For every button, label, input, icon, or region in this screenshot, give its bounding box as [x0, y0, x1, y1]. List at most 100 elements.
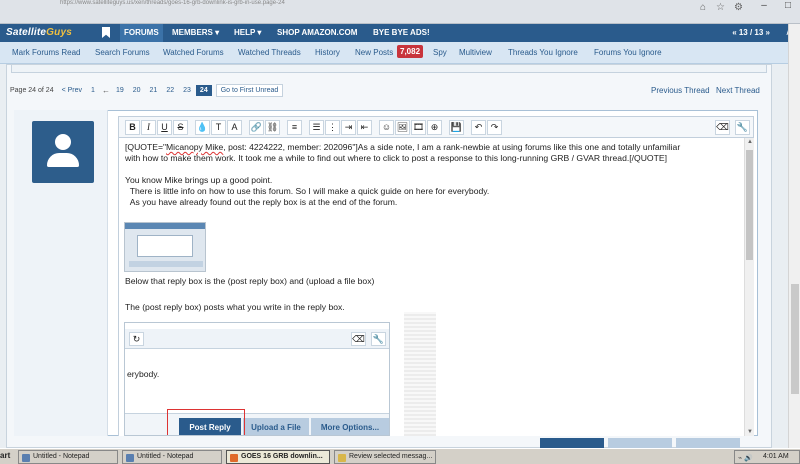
paragraph-1: You know Mike brings up a good point. [125, 175, 273, 185]
embedded-wrench-icon: 🔧 [371, 332, 386, 346]
outdent-icon[interactable]: ⇤ [357, 120, 372, 135]
numbered-list-icon[interactable]: ⋮ [325, 120, 340, 135]
underline-button[interactable]: U [157, 120, 172, 135]
image-icon[interactable]: 🖼 [395, 120, 410, 135]
clock[interactable]: 4:01 AM [763, 453, 789, 460]
embedded-screenshot: ↻ ⌫ 🔧 erybody. Post Reply Upload a File … [124, 322, 390, 436]
insert-icon[interactable]: ⊕ [427, 120, 442, 135]
page-navigator[interactable]: « 13 / 13 » [732, 28, 770, 37]
taskbar-review-messages[interactable]: Review selected messag... [334, 450, 436, 464]
more-options-button[interactable] [676, 438, 740, 448]
subnav-search-forums[interactable]: Search Forums [95, 48, 150, 57]
subnav-watched-threads[interactable]: Watched Threads [238, 48, 301, 57]
subnav-mark-forums-read[interactable]: Mark Forums Read [12, 48, 80, 57]
bold-button[interactable]: B [125, 120, 140, 135]
page-link-21[interactable]: 21 [146, 85, 162, 96]
page-link-22[interactable]: 22 [162, 85, 178, 96]
text-color-icon[interactable]: 💧 [195, 120, 210, 135]
taskbar-notepad-2[interactable]: Untitled - Notepad [122, 450, 222, 464]
subnav-threads-you-ignore[interactable]: Threads You Ignore [508, 48, 578, 57]
home-icon[interactable]: ⌂ [700, 2, 712, 14]
scroll-up-arrow-icon[interactable]: ▲ [746, 139, 754, 145]
nav-help[interactable]: HELP ▾ [234, 28, 261, 37]
bookmark-icon[interactable] [102, 27, 110, 38]
embedded-toolbar: ↻ ⌫ 🔧 [125, 329, 389, 349]
eraser-icon[interactable]: ⌫ [715, 120, 730, 135]
embedded-footer: Post Reply Upload a File More Options... [125, 413, 389, 435]
indent-icon[interactable]: ⇥ [341, 120, 356, 135]
start-button[interactable]: art [0, 451, 10, 460]
unlink-icon[interactable]: ⛓ [265, 120, 280, 135]
page-scrollbar[interactable] [788, 24, 800, 448]
paragraph-3: As you have already found out the reply … [125, 197, 398, 207]
new-posts-count-badge[interactable]: 7,082 [397, 45, 424, 58]
red-highlight-box [167, 409, 245, 435]
address-bar[interactable]: https://www.satelliteguys.us/xen/threads… [60, 0, 520, 7]
wrench-icon[interactable]: 🔧 [735, 120, 750, 135]
subnav-new-posts[interactable]: New Posts [355, 48, 393, 57]
link-icon[interactable]: 🔗 [249, 120, 264, 135]
embedded-screenshot-edge [404, 312, 436, 436]
nav-members[interactable]: MEMBERS ▾ [172, 28, 219, 37]
embedded-upload-file-button: Upload a File [243, 418, 309, 435]
paragraph-below-reply-box: Below that reply box is the (post reply … [125, 276, 375, 286]
subnav-spy[interactable]: Spy [433, 48, 447, 57]
scroll-thumb[interactable] [746, 150, 753, 260]
nav-forums[interactable]: FORUMS [120, 24, 163, 42]
paragraph-2: There is little info on how to use this … [125, 186, 490, 196]
star-icon[interactable]: ☆ [716, 2, 728, 14]
italic-button[interactable]: I [141, 120, 156, 135]
page-link-20[interactable]: 20 [129, 85, 145, 96]
notepad-icon [22, 454, 30, 462]
media-icon[interactable]: 🎞 [411, 120, 426, 135]
save-draft-icon[interactable]: 💾 [449, 120, 464, 135]
tray-icons[interactable]: ⌁ 🔊 [738, 454, 753, 462]
embedded-redo-icon: ↻ [129, 332, 144, 346]
previous-thread-link[interactable]: Previous Thread [651, 86, 710, 95]
subnav-history[interactable]: History [315, 48, 340, 57]
nav-shop-amazon[interactable]: SHOP AMAZON.COM [277, 28, 357, 37]
windows-taskbar: art Untitled - Notepad Untitled - Notepa… [0, 448, 800, 464]
prev-page-link[interactable]: < Prev [58, 85, 86, 96]
page-link-23[interactable]: 23 [179, 85, 195, 96]
strikethrough-button[interactable]: S [173, 120, 188, 135]
maximize-icon[interactable]: □ [776, 0, 800, 14]
pagination: Page 24 of 24 < Prev 1 ← 19 20 21 22 23 … [10, 82, 284, 98]
taskbar-browser[interactable]: GOES 16 GRB downlin... [226, 450, 330, 464]
browser-toolbar: https://www.satelliteguys.us/xen/threads… [0, 0, 800, 24]
subnav-watched-forums[interactable]: Watched Forums [163, 48, 224, 57]
subnav-multiview[interactable]: Multiview [459, 48, 492, 57]
form-action-buttons [540, 438, 744, 448]
attached-screenshot-thumbnail[interactable] [124, 222, 206, 272]
redo-icon[interactable]: ↷ [487, 120, 502, 135]
site-navigation: SatelliteGuys FORUMS MEMBERS ▾ HELP ▾ SH… [0, 24, 800, 42]
editor-scrollbar[interactable]: ▲ ▼ [744, 138, 754, 436]
notepad-icon [126, 454, 134, 462]
upload-file-button[interactable] [608, 438, 672, 448]
taskbar-notepad-1[interactable]: Untitled - Notepad [18, 450, 118, 464]
undo-icon[interactable]: ↶ [471, 120, 486, 135]
scroll-down-arrow-icon[interactable]: ▼ [746, 429, 754, 435]
smiley-icon[interactable]: ☺ [379, 120, 394, 135]
avatar[interactable] [32, 121, 94, 183]
page-link-1[interactable]: 1 [87, 85, 99, 96]
gear-icon[interactable]: ⚙ [734, 2, 746, 14]
page-link-19[interactable]: 19 [112, 85, 128, 96]
quote-line-2: with how to make them work. It took me a… [125, 153, 667, 163]
editor-toolbar: B I U S 💧 T A 🔗 ⛓ ≡ ☰ ⋮ ⇥ ⇤ ☺ 🖼 🎞 ⊕ 💾 ↶ … [118, 116, 754, 138]
post-reply-button[interactable] [540, 438, 604, 448]
align-left-icon[interactable]: ≡ [287, 120, 302, 135]
font-family-icon[interactable]: A [227, 120, 242, 135]
minimize-icon[interactable]: – [752, 0, 776, 14]
bullet-list-icon[interactable]: ☰ [309, 120, 324, 135]
site-logo[interactable]: SatelliteGuys [6, 27, 72, 38]
go-to-first-unread-button[interactable]: Go to First Unread [215, 83, 284, 97]
mail-icon [338, 454, 346, 462]
font-size-icon[interactable]: T [211, 120, 226, 135]
nav-bye-bye-ads[interactable]: BYE BYE ADS! [373, 28, 430, 37]
subnav-forums-you-ignore[interactable]: Forums You Ignore [594, 48, 662, 57]
page-link-current[interactable]: 24 [195, 84, 212, 96]
next-thread-link[interactable]: Next Thread [716, 86, 760, 95]
page-jump-icon[interactable]: ← [102, 86, 110, 95]
page-scroll-thumb[interactable] [791, 284, 799, 394]
